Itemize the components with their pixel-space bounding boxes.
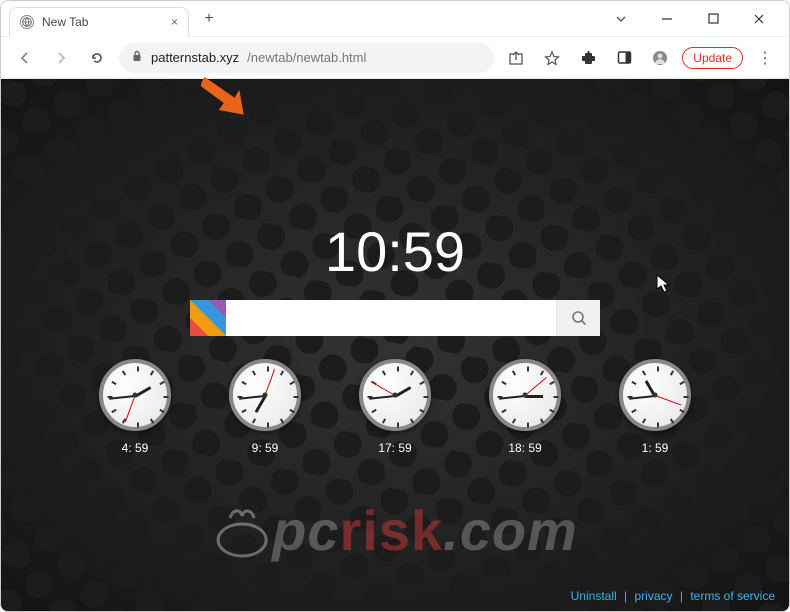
separator: |: [624, 589, 627, 603]
side-panel-icon[interactable]: [610, 44, 638, 72]
titlebar: New Tab × +: [1, 1, 789, 37]
search-bar: [190, 300, 600, 336]
url-path: /newtab/newtab.html: [247, 50, 366, 65]
profile-icon[interactable]: [646, 44, 674, 72]
clock-face: [619, 359, 691, 431]
clock-label: 9: 59: [252, 441, 279, 455]
share-icon[interactable]: [502, 44, 530, 72]
clock-label: 4: 59: [122, 441, 149, 455]
tab-title: New Tab: [42, 15, 88, 29]
search-logo-icon: [190, 300, 226, 336]
main-clock-time: 10:59: [325, 219, 465, 284]
extensions-icon[interactable]: [574, 44, 602, 72]
terms-link[interactable]: terms of service: [690, 589, 775, 603]
tab-search-icon[interactable]: [603, 4, 639, 34]
world-clock: 18: 59: [489, 359, 561, 455]
clock-label: 17: 59: [378, 441, 411, 455]
page-content: 10:59 4: 59 9: 59 17: 59 18: 59 1: 59 Uninst…: [1, 79, 789, 612]
search-icon: [571, 310, 587, 326]
address-bar[interactable]: patternstab.xyz/newtab/newtab.html: [119, 43, 494, 73]
back-button[interactable]: [11, 44, 39, 72]
update-button[interactable]: Update: [682, 47, 743, 69]
clock-face: [489, 359, 561, 431]
reload-button[interactable]: [83, 44, 111, 72]
footer-links: Uninstall | privacy | terms of service: [571, 589, 775, 603]
browser-toolbar: patternstab.xyz/newtab/newtab.html Updat…: [1, 37, 789, 79]
url-host: patternstab.xyz: [151, 50, 239, 65]
close-window-button[interactable]: [741, 4, 777, 34]
clock-label: 18: 59: [508, 441, 541, 455]
close-tab-icon[interactable]: ×: [171, 15, 178, 29]
background-pattern: [1, 79, 789, 612]
bookmark-star-icon[interactable]: [538, 44, 566, 72]
globe-icon: [20, 15, 34, 29]
menu-button[interactable]: ⋮: [751, 48, 779, 68]
update-label: Update: [693, 51, 732, 65]
world-clock: 17: 59: [359, 359, 431, 455]
privacy-link[interactable]: privacy: [634, 589, 672, 603]
uninstall-link[interactable]: Uninstall: [571, 589, 617, 603]
minimize-button[interactable]: [649, 4, 685, 34]
clock-face: [99, 359, 171, 431]
separator: |: [680, 589, 683, 603]
lock-icon: [131, 50, 143, 65]
search-button[interactable]: [556, 300, 600, 336]
forward-button[interactable]: [47, 44, 75, 72]
world-clock: 4: 59: [99, 359, 171, 455]
world-clocks-row: 4: 59 9: 59 17: 59 18: 59 1: 59: [1, 359, 789, 455]
new-tab-button[interactable]: +: [195, 5, 223, 33]
browser-tab[interactable]: New Tab ×: [9, 7, 189, 37]
clock-face: [359, 359, 431, 431]
search-input[interactable]: [226, 300, 556, 336]
clock-label: 1: 59: [642, 441, 669, 455]
world-clock: 1: 59: [619, 359, 691, 455]
maximize-button[interactable]: [695, 4, 731, 34]
world-clock: 9: 59: [229, 359, 301, 455]
clock-face: [229, 359, 301, 431]
